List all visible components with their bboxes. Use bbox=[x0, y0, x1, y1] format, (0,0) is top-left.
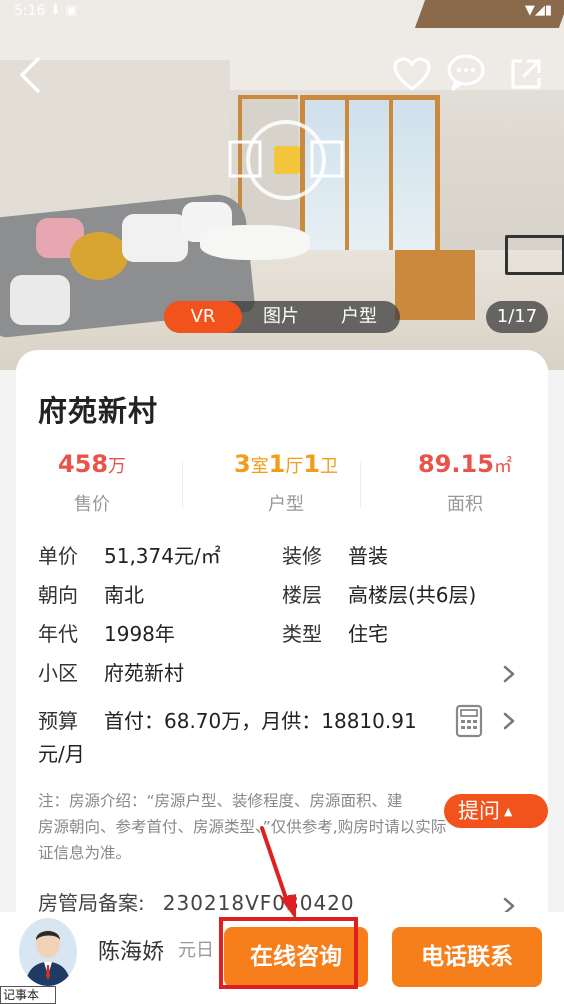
tab-floorplan[interactable]: 户型 bbox=[320, 301, 398, 333]
memo-tag[interactable]: 记事本 bbox=[0, 986, 56, 1004]
status-bar: 5:16 ⬇ ▣ ▼◢▮ bbox=[0, 0, 564, 24]
attr-decoration: 装修 普装 bbox=[282, 540, 388, 569]
phone-contact-button[interactable]: 电话联系 bbox=[392, 927, 542, 987]
attr-value: 1998年 bbox=[104, 622, 175, 646]
baths-value: 1 bbox=[303, 450, 321, 478]
attr-community[interactable]: 小区 府苑新村 bbox=[38, 657, 184, 686]
layout-label: 户型 bbox=[268, 494, 304, 515]
attr-value: 高楼层(共6层) bbox=[348, 583, 477, 607]
red-arrow-annotation bbox=[260, 826, 296, 920]
favorite-heart-icon[interactable] bbox=[392, 56, 432, 92]
attr-orientation: 朝向 南北 bbox=[38, 579, 144, 608]
area-value: 89.15 bbox=[418, 450, 494, 478]
photo-pillow bbox=[70, 232, 128, 280]
stat-area: 89.15㎡ 面积 bbox=[396, 450, 534, 516]
price-value: 458 bbox=[57, 450, 109, 478]
attr-budget[interactable]: 预算 首付：68.70万，月供：18810.91 bbox=[38, 705, 417, 734]
status-time: 5:16 bbox=[14, 3, 46, 19]
attr-value: 府苑新村 bbox=[104, 661, 184, 685]
tab-vr[interactable]: VR bbox=[164, 301, 242, 333]
attr-value: 南北 bbox=[104, 583, 144, 607]
attr-budget-line2: 元/月 bbox=[38, 738, 85, 767]
attr-key: 预算 bbox=[38, 709, 78, 733]
stat-divider bbox=[182, 462, 183, 508]
back-icon[interactable] bbox=[14, 55, 48, 95]
rooms-value: 3 bbox=[233, 450, 251, 478]
attr-type: 类型 住宅 bbox=[282, 618, 388, 647]
photo-counter: 1/17 bbox=[486, 301, 548, 333]
attr-key: 楼层 bbox=[282, 583, 322, 607]
highlight-box bbox=[219, 917, 358, 989]
agent-subtitle: 元日 bbox=[178, 940, 214, 961]
stat-layout: 3室1厅1卫 户型 bbox=[212, 450, 360, 516]
area-label: 面积 bbox=[447, 494, 483, 515]
attr-value: 住宅 bbox=[348, 622, 388, 646]
chevron-right-icon[interactable] bbox=[502, 711, 516, 731]
photo-pillow bbox=[10, 275, 70, 325]
attr-value: 51,374元/㎡ bbox=[104, 544, 221, 568]
attr-key: 单价 bbox=[38, 544, 78, 568]
ask-question-button[interactable]: 提问 ▲ bbox=[444, 794, 548, 828]
attr-floor: 楼层 高楼层(共6层) bbox=[282, 579, 476, 608]
stat-divider bbox=[360, 462, 361, 508]
photo-cabinet bbox=[395, 250, 475, 320]
attr-value: 普装 bbox=[348, 544, 388, 568]
chevron-right-icon[interactable] bbox=[502, 664, 516, 684]
stat-price: 458万 售价 bbox=[38, 450, 146, 516]
caret-up-icon: ▲ bbox=[504, 805, 513, 818]
tab-photos[interactable]: 图片 bbox=[242, 301, 320, 333]
attr-key: 朝向 bbox=[38, 583, 78, 607]
signal-battery-icon: ▼◢▮ bbox=[524, 3, 552, 18]
attr-key: 装修 bbox=[282, 544, 322, 568]
attr-unit-price: 单价 51,374元/㎡ bbox=[38, 540, 221, 569]
listing-title: 府苑新村 bbox=[38, 394, 159, 428]
agent-avatar[interactable] bbox=[19, 918, 77, 986]
area-unit: ㎡ bbox=[493, 456, 512, 477]
attr-key: 类型 bbox=[282, 622, 322, 646]
photo-table bbox=[200, 225, 310, 260]
photo-tv-bracket bbox=[505, 235, 564, 275]
attr-value: 元/月 bbox=[38, 742, 85, 766]
memo-label: 记事本 bbox=[3, 988, 40, 1002]
ask-label: 提问 bbox=[458, 799, 500, 823]
attr-year: 年代 1998年 bbox=[38, 618, 175, 647]
media-tabs: VR 图片 户型 bbox=[164, 301, 400, 333]
halls-unit: 厅 bbox=[285, 456, 304, 477]
chat-bubble-icon[interactable] bbox=[444, 52, 488, 92]
halls-value: 1 bbox=[268, 450, 286, 478]
price-unit: 万 bbox=[108, 456, 127, 477]
agent-name: 陈海娇 bbox=[98, 940, 165, 965]
download-icon: ⬇ ▣ bbox=[50, 3, 78, 18]
price-label: 售价 bbox=[74, 494, 110, 515]
photo-pillow bbox=[122, 214, 188, 262]
share-icon[interactable] bbox=[508, 56, 544, 92]
vr-play-icon[interactable] bbox=[228, 120, 344, 200]
attr-key: 年代 bbox=[38, 622, 78, 646]
baths-unit: 卫 bbox=[320, 456, 339, 477]
attr-value: 首付：68.70万，月供：18810.91 bbox=[104, 709, 417, 733]
calculator-icon[interactable] bbox=[455, 704, 483, 738]
rooms-unit: 室 bbox=[250, 456, 269, 477]
attr-key: 小区 bbox=[38, 661, 78, 685]
